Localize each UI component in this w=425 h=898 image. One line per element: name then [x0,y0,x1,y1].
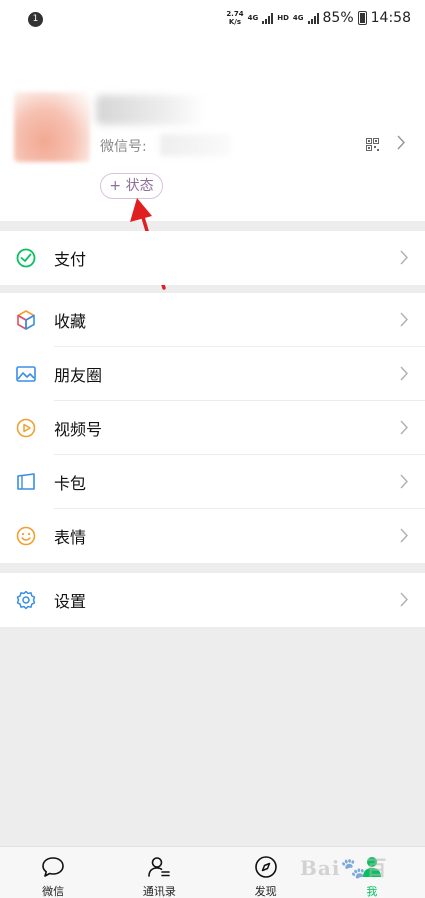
pay-group: 支付 [0,231,425,285]
contacts-icon [148,857,171,877]
wechat-id-redacted [160,134,230,156]
features-group: 收藏 朋友圈 视频号 卡包 表情 [0,293,425,563]
channels-play-icon [16,418,36,438]
tab-label: 我 [366,885,378,898]
chevron-right-icon [400,312,408,327]
chevron-right-icon [400,528,408,543]
status-bar: 1 2.74 K/s 4G HD 4G 85% 14:58 [0,0,425,40]
net-speed: 2.74 K/s [226,10,243,26]
tab-label: 发现 [254,885,277,898]
signal-bars-icon [262,12,274,24]
pay-check-icon [16,248,36,268]
menu-item-label: 收藏 [54,312,87,331]
gear-icon [16,590,36,610]
card-wallet-icon [17,473,35,490]
chevron-right-icon [400,592,408,607]
menu-item-label: 设置 [54,592,87,611]
menu-item-channels[interactable]: 视频号 [0,401,425,455]
battery-icon [357,11,367,25]
battery-percent: 85% [322,10,354,26]
baidu-watermark-logo: Bai🐾百 [300,856,388,880]
menu-item-label: 支付 [54,250,87,269]
menu-item-settings[interactable]: 设置 [0,573,425,627]
chevron-right-icon [400,366,408,381]
moments-photo-icon [16,366,36,382]
tab-contacts[interactable]: 通讯录 [106,847,212,898]
menu-item-cards[interactable]: 卡包 [0,455,425,509]
net-speed-unit: K/s [228,18,242,26]
menu-item-label: 视频号 [54,420,103,439]
menu-item-moments[interactable]: 朋友圈 [0,347,425,401]
clock: 14:58 [370,10,411,26]
wechat-id-label: 微信号: [100,139,147,155]
avatar[interactable] [14,92,90,162]
settings-group: 设置 [0,573,425,627]
chat-bubble-icon [42,857,64,877]
notification-badge: 1 [28,12,43,27]
chevron-right-icon [397,135,405,150]
signal-bars-icon [307,12,319,24]
menu-item-label: 表情 [54,528,87,547]
menu-item-stickers[interactable]: 表情 [0,509,425,563]
chevron-right-icon [400,250,408,265]
sticker-smile-icon [16,526,36,546]
nickname-redacted [96,95,206,125]
compass-icon [254,856,277,878]
signal-type-2: 4G [292,14,304,22]
tab-chats[interactable]: 微信 [0,847,106,898]
menu-item-label: 卡包 [54,474,87,493]
qr-code-icon[interactable] [366,138,379,151]
chevron-right-icon [400,420,408,435]
status-right: 2.74 K/s 4G HD 4G 85% 14:58 [226,10,411,26]
signal-type-1: 4G [247,14,259,22]
tab-label: 通讯录 [142,885,176,898]
favorites-cube-icon [17,310,35,330]
hd-label: HD [277,14,289,22]
net-speed-value: 2.74 [226,10,244,18]
menu-item-label: 朋友圈 [54,366,103,385]
chevron-right-icon [400,474,408,489]
tab-label: 微信 [42,885,65,898]
menu-item-pay[interactable]: 支付 [0,231,425,285]
profile-header[interactable]: 微信号: + 状态 [0,40,425,221]
menu-item-favorites[interactable]: 收藏 [0,293,425,347]
